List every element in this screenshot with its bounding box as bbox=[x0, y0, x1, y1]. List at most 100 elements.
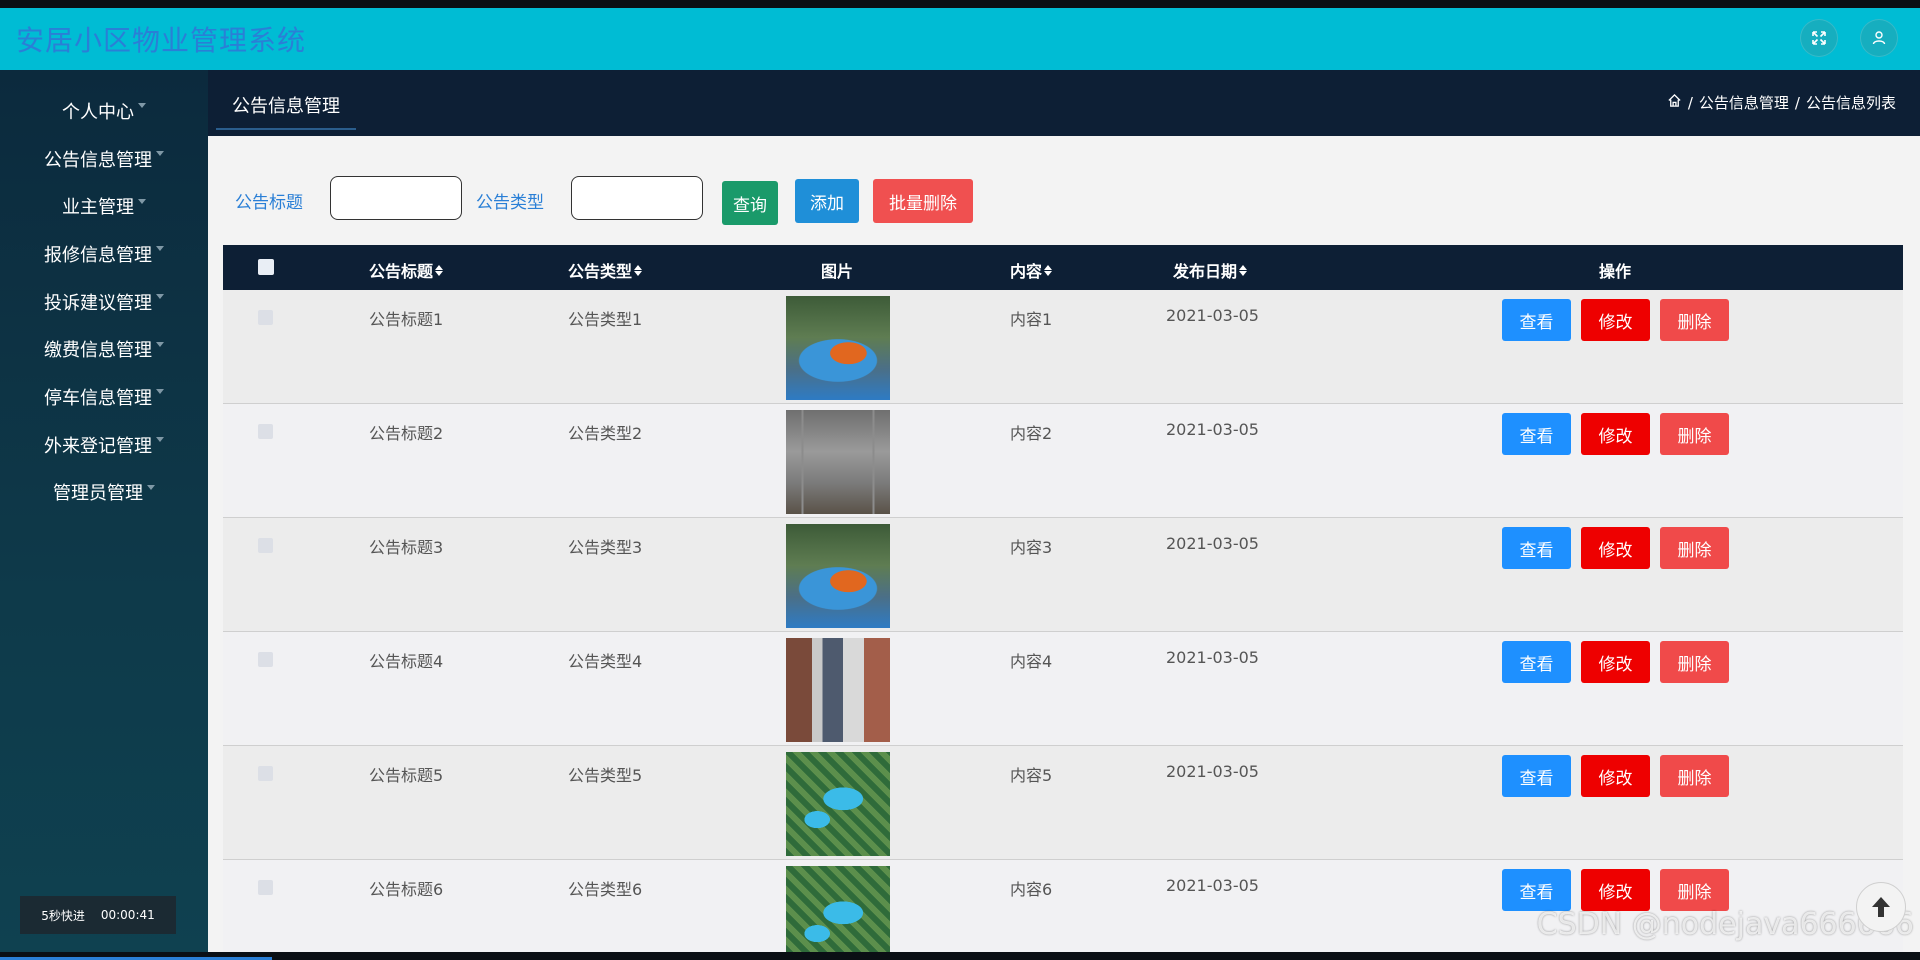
column-header-label: 图片 bbox=[821, 262, 854, 281]
column-header-label: 公告标题 bbox=[369, 262, 434, 281]
search-bar: 公告标题 公告类型 查询 添加 批量删除 bbox=[208, 136, 1920, 246]
sidebar-item-owner[interactable]: 业主管理 bbox=[0, 182, 208, 230]
sidebar-item-label: 个人中心 bbox=[62, 101, 134, 123]
column-header-type[interactable]: 公告类型 bbox=[568, 258, 643, 282]
sidebar-item-complaint[interactable]: 投诉建议管理 bbox=[0, 278, 208, 326]
caret-down-icon bbox=[147, 484, 155, 490]
table-row: 公告标题4 公告类型4 内容4 2021-03-05 查看 修改 删除 bbox=[223, 632, 1903, 746]
header-icons bbox=[1800, 19, 1898, 57]
cell-content: 内容6 bbox=[1010, 880, 1053, 899]
column-header-date[interactable]: 发布日期 bbox=[1173, 258, 1248, 282]
top-header: 安居小区物业管理系统 bbox=[0, 8, 1920, 70]
sidebar-item-repair[interactable]: 报修信息管理 bbox=[0, 230, 208, 278]
add-button[interactable]: 添加 bbox=[795, 179, 859, 223]
row-checkbox[interactable] bbox=[258, 880, 273, 895]
table-row: 公告标题3 公告类型3 内容3 2021-03-05 查看 修改 删除 bbox=[223, 518, 1903, 632]
edit-button[interactable]: 修改 bbox=[1581, 869, 1650, 911]
caret-down-icon bbox=[138, 198, 146, 204]
delete-button[interactable]: 删除 bbox=[1660, 413, 1729, 455]
column-header-title[interactable]: 公告标题 bbox=[369, 258, 444, 282]
row-checkbox[interactable] bbox=[258, 766, 273, 781]
edit-button[interactable]: 修改 bbox=[1581, 413, 1650, 455]
app-window: 安居小区物业管理系统 个人中心 公告信息管理 业主管理 报修信息管理 投诉建议管… bbox=[0, 8, 1920, 952]
cell-content: 内容1 bbox=[1010, 310, 1053, 329]
edit-button[interactable]: 修改 bbox=[1581, 299, 1650, 341]
cell-date: 2021-03-05 bbox=[1166, 876, 1259, 895]
sidebar-item-parking[interactable]: 停车信息管理 bbox=[0, 373, 208, 421]
user-icon[interactable] bbox=[1860, 19, 1898, 57]
row-checkbox[interactable] bbox=[258, 424, 273, 439]
type-filter-input[interactable] bbox=[571, 176, 703, 220]
batch-delete-button[interactable]: 批量删除 bbox=[873, 179, 973, 223]
cell-date: 2021-03-05 bbox=[1166, 306, 1259, 325]
column-header-actions: 操作 bbox=[1599, 258, 1631, 282]
arrow-up-icon bbox=[1872, 897, 1890, 917]
sidebar-item-label: 外来登记管理 bbox=[44, 435, 152, 457]
person-icon bbox=[1872, 31, 1886, 45]
back-to-top-button[interactable] bbox=[1856, 882, 1906, 932]
select-all-checkbox[interactable] bbox=[258, 259, 274, 275]
sidebar-item-announcement[interactable]: 公告信息管理 bbox=[0, 135, 208, 183]
cell-content: 内容2 bbox=[1010, 424, 1053, 443]
title-filter-input[interactable] bbox=[330, 176, 462, 220]
view-button[interactable]: 查看 bbox=[1502, 641, 1571, 683]
column-header-image: 图片 bbox=[821, 258, 853, 282]
query-button[interactable]: 查询 bbox=[722, 181, 778, 225]
sidebar-menu: 个人中心 公告信息管理 业主管理 报修信息管理 投诉建议管理 缴费信息管理 停车… bbox=[0, 70, 208, 516]
edit-button[interactable]: 修改 bbox=[1581, 755, 1650, 797]
speed-label: 5秒快进 bbox=[41, 908, 85, 923]
playback-speed-badge[interactable]: 5秒快进 00:00:41 bbox=[20, 896, 176, 934]
pool-thumbnail-image bbox=[786, 866, 890, 952]
sidebar-item-label: 投诉建议管理 bbox=[44, 292, 152, 314]
row-checkbox[interactable] bbox=[258, 538, 273, 553]
caret-down-icon bbox=[156, 246, 164, 252]
breadcrumb-item-management[interactable]: 公告信息管理 bbox=[1699, 92, 1789, 113]
view-button[interactable]: 查看 bbox=[1502, 413, 1571, 455]
delete-button[interactable]: 删除 bbox=[1660, 755, 1729, 797]
breadcrumb-separator: / bbox=[1687, 93, 1693, 112]
view-button[interactable]: 查看 bbox=[1502, 299, 1571, 341]
fullscreen-icon[interactable] bbox=[1800, 19, 1838, 57]
street-thumbnail-image bbox=[786, 638, 890, 742]
view-button[interactable]: 查看 bbox=[1502, 527, 1571, 569]
delete-button[interactable]: 删除 bbox=[1660, 299, 1729, 341]
sidebar-item-admin[interactable]: 管理员管理 bbox=[0, 469, 208, 517]
sidebar-item-label: 缴费信息管理 bbox=[44, 340, 152, 362]
cell-title: 公告标题6 bbox=[369, 880, 444, 899]
home-icon[interactable] bbox=[1667, 93, 1682, 112]
view-button[interactable]: 查看 bbox=[1502, 755, 1571, 797]
sidebar-item-visitor[interactable]: 外来登记管理 bbox=[0, 421, 208, 469]
sort-icon bbox=[1239, 264, 1248, 276]
cell-title: 公告标题5 bbox=[369, 766, 444, 785]
sidebar-item-label: 报修信息管理 bbox=[44, 244, 152, 266]
delete-button[interactable]: 删除 bbox=[1660, 527, 1729, 569]
row-checkbox[interactable] bbox=[258, 310, 273, 325]
cell-date: 2021-03-05 bbox=[1166, 648, 1259, 667]
announcement-table: 公告标题 公告类型 图片 内容 发布日期 操作 公告标题1 公告类型1 内容1 … bbox=[223, 245, 1903, 952]
tab-announcement-management[interactable]: 公告信息管理 bbox=[216, 82, 356, 130]
column-header-label: 公告类型 bbox=[568, 262, 633, 281]
table-row: 公告标题1 公告类型1 内容1 2021-03-05 查看 修改 删除 bbox=[223, 290, 1903, 404]
delete-button[interactable]: 删除 bbox=[1660, 641, 1729, 683]
cell-title: 公告标题3 bbox=[369, 538, 444, 557]
sidebar-item-payment[interactable]: 缴费信息管理 bbox=[0, 325, 208, 373]
app-title: 安居小区物业管理系统 bbox=[16, 24, 307, 57]
sort-icon bbox=[435, 264, 444, 276]
caret-down-icon bbox=[138, 103, 146, 109]
content-navbar: 公告信息管理 / 公告信息管理 / 公告信息列表 bbox=[208, 70, 1920, 136]
edit-button[interactable]: 修改 bbox=[1581, 641, 1650, 683]
cell-date: 2021-03-05 bbox=[1166, 420, 1259, 439]
view-button[interactable]: 查看 bbox=[1502, 869, 1571, 911]
column-header-content[interactable]: 内容 bbox=[1010, 258, 1053, 282]
cell-type: 公告类型5 bbox=[568, 766, 643, 785]
caret-down-icon bbox=[156, 294, 164, 300]
playback-time: 00:00:41 bbox=[100, 908, 155, 922]
row-checkbox[interactable] bbox=[258, 652, 273, 667]
sidebar-item-label: 停车信息管理 bbox=[44, 387, 152, 409]
sidebar-item-personal-center[interactable]: 个人中心 bbox=[0, 87, 208, 135]
delete-button[interactable]: 删除 bbox=[1660, 869, 1729, 911]
sort-icon bbox=[1044, 264, 1053, 276]
screen-frame: 安居小区物业管理系统 个人中心 公告信息管理 业主管理 报修信息管理 投诉建议管… bbox=[0, 0, 1920, 960]
cell-title: 公告标题1 bbox=[369, 310, 444, 329]
edit-button[interactable]: 修改 bbox=[1581, 527, 1650, 569]
